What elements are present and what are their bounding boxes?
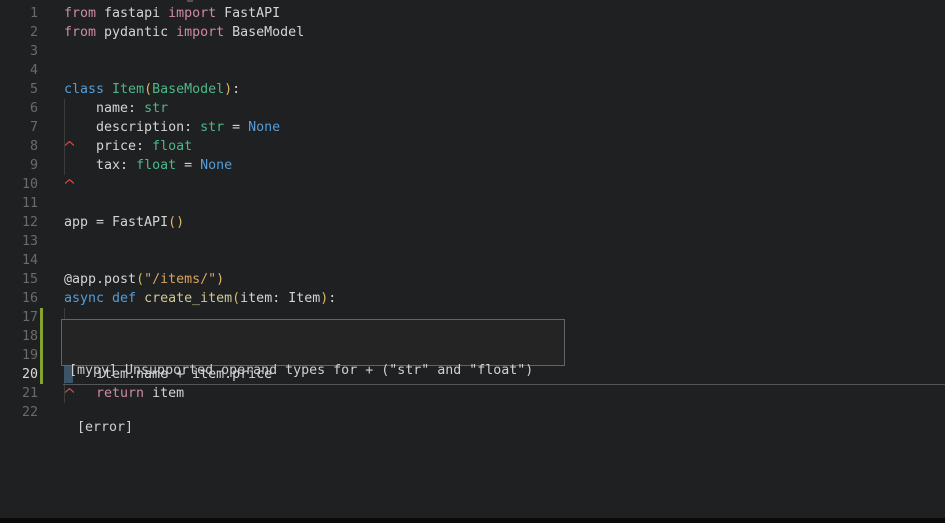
editor-screen: 1 from fastapi import FastAPI 2 from pydant… xyxy=(0,0,945,523)
line-number: 15 xyxy=(0,270,38,289)
diagnostic-severity: [error] xyxy=(69,418,564,437)
code-text: price: float xyxy=(64,137,192,156)
line-number: 18 xyxy=(0,327,38,346)
line-number: 5 xyxy=(0,80,38,99)
code-line[interactable]: 11 xyxy=(0,194,945,213)
line-number: 9 xyxy=(0,156,38,175)
code-line[interactable]: 3 xyxy=(0,42,945,61)
code-text: from fastapi import FastAPI xyxy=(64,4,280,23)
line-number: 6 xyxy=(0,99,38,118)
line-number: 8 xyxy=(0,137,38,156)
code-line[interactable]: 6 name: str xyxy=(0,99,945,118)
code-text: tax: float = None xyxy=(64,156,232,175)
diagnostic-tooltip: [mypy] Unsupported operand types for + (… xyxy=(61,319,565,366)
line-number: 20 xyxy=(0,365,38,384)
top-edge-artifact xyxy=(187,0,193,2)
line-number: 14 xyxy=(0,251,38,270)
line-number: 11 xyxy=(0,194,38,213)
line-number: 3 xyxy=(0,42,38,61)
code-text: async def create_item(item: Item): xyxy=(64,289,336,308)
line-number: 4 xyxy=(0,61,38,80)
line-number: 1 xyxy=(0,4,38,23)
error-squiggle xyxy=(65,133,74,138)
line-number: 12 xyxy=(0,213,38,232)
line-number: 7 xyxy=(0,118,38,137)
code-text: @app.post("/items/") xyxy=(64,270,224,289)
line-number: 13 xyxy=(0,232,38,251)
code-line[interactable]: 13 xyxy=(0,232,945,251)
code-line[interactable]: 7 description: str = None xyxy=(0,118,945,137)
bottom-bar xyxy=(0,518,945,523)
code-text: from pydantic import BaseModel xyxy=(64,23,304,42)
line-number: 10 xyxy=(0,175,38,194)
code-line[interactable]: 1 from fastapi import FastAPI xyxy=(0,4,945,23)
code-line[interactable]: 12 app = FastAPI() xyxy=(0,213,945,232)
code-text: name: str xyxy=(64,99,168,118)
code-line[interactable]: 10 xyxy=(0,175,945,194)
line-number: 19 xyxy=(0,346,38,365)
code-line[interactable]: 8 price: float xyxy=(0,137,945,156)
code-line[interactable]: 5 class Item(BaseModel): xyxy=(0,80,945,99)
error-squiggle xyxy=(65,171,74,176)
line-number: 16 xyxy=(0,289,38,308)
line-number: 2 xyxy=(0,23,38,42)
code-line[interactable]: 4 xyxy=(0,61,945,80)
line-number: 21 xyxy=(0,384,38,403)
code-text: app = FastAPI() xyxy=(64,213,184,232)
code-line[interactable]: 16 async def create_item(item: Item): xyxy=(0,289,945,308)
code-text: class Item(BaseModel): xyxy=(64,80,240,99)
code-line[interactable]: 9 tax: float = None xyxy=(0,156,945,175)
code-line[interactable]: 2 from pydantic import BaseModel xyxy=(0,23,945,42)
line-number: 22 xyxy=(0,403,38,422)
diagnostic-message: [mypy] Unsupported operand types for + (… xyxy=(69,361,564,380)
line-number: 17 xyxy=(0,308,38,327)
code-line[interactable]: 15 @app.post("/items/") xyxy=(0,270,945,289)
code-text: description: str = None xyxy=(64,118,280,137)
code-line[interactable]: 14 xyxy=(0,251,945,270)
